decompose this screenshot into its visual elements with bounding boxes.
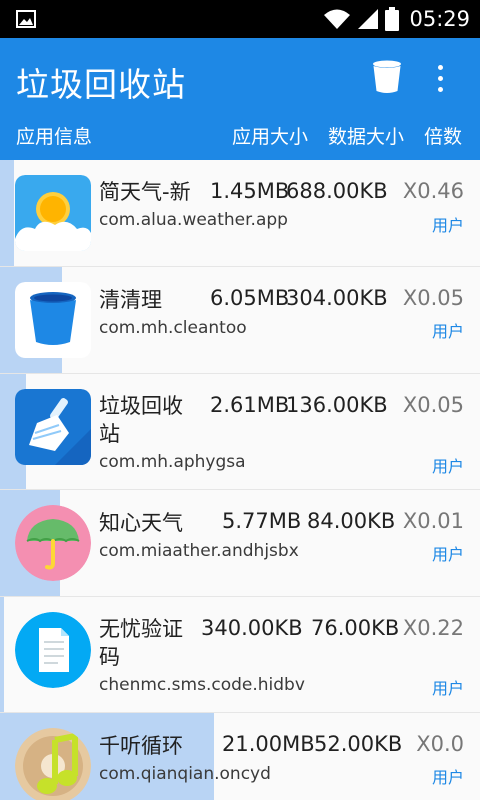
wifi-icon bbox=[324, 9, 351, 29]
list-item[interactable]: 垃圾回收站 com.mh.aphygsa 2.61MB 136.00KB X0.… bbox=[0, 374, 480, 490]
user-tag: 用户 bbox=[431, 216, 464, 235]
weather-sun-cloud-icon bbox=[15, 175, 91, 251]
app-package: com.mh.aphygsa bbox=[99, 452, 246, 472]
data-size: 688.00KB bbox=[286, 179, 388, 203]
user-tag: 用户 bbox=[431, 457, 464, 476]
app-package: com.miaather.andhjsbx bbox=[99, 541, 299, 561]
app-list: 简天气-新 com.alua.weather.app 1.45MB 688.00… bbox=[0, 160, 480, 800]
column-app-size[interactable]: 应用大小 bbox=[232, 122, 308, 149]
list-item[interactable]: 千听循环 com.qianqian.oncyd 21.00MB 52.00KB … bbox=[0, 713, 480, 800]
app-package: chenmc.sms.code.hidbv bbox=[99, 675, 305, 695]
document-icon bbox=[15, 612, 91, 688]
trash-icon[interactable] bbox=[372, 60, 402, 94]
size-bar bbox=[0, 160, 14, 266]
data-size: 136.00KB bbox=[286, 393, 388, 417]
size-ratio: X0.05 bbox=[402, 393, 464, 417]
app-size: 340.00KB bbox=[201, 616, 303, 640]
size-ratio: X0.22 bbox=[402, 616, 464, 640]
app-size: 5.77MB bbox=[222, 509, 302, 533]
battery-icon bbox=[385, 7, 400, 31]
column-app-info[interactable]: 应用信息 bbox=[16, 122, 92, 149]
column-data-size[interactable]: 数据大小 bbox=[328, 122, 404, 149]
size-ratio: X0.0 bbox=[416, 732, 464, 756]
app-name: 千听循环 bbox=[99, 734, 183, 758]
clock: 05:29 bbox=[409, 7, 470, 31]
list-item[interactable]: 知心天气 com.miaather.andhjsbx 5.77MB 84.00K… bbox=[0, 490, 480, 597]
status-bar: 05:29 bbox=[0, 0, 480, 38]
app-package: com.qianqian.oncyd bbox=[99, 764, 271, 784]
size-ratio: X0.01 bbox=[402, 509, 464, 533]
user-tag: 用户 bbox=[431, 679, 464, 698]
app-name: 简天气-新 bbox=[99, 180, 191, 204]
overflow-menu-icon[interactable] bbox=[426, 62, 454, 96]
size-bar bbox=[0, 597, 4, 712]
data-size: 76.00KB bbox=[311, 616, 400, 640]
data-size: 84.00KB bbox=[307, 509, 396, 533]
app-name: 清清理 bbox=[99, 288, 162, 312]
list-item[interactable]: 清清理 com.mh.cleantoo 6.05MB 304.00KB X0.0… bbox=[0, 267, 480, 374]
app-package: com.mh.cleantoo bbox=[99, 318, 247, 338]
app-name: 无忧验证码 bbox=[99, 617, 183, 669]
trash-bin-icon bbox=[15, 282, 91, 358]
list-item[interactable]: 无忧验证码 chenmc.sms.code.hidbv 340.00KB 76.… bbox=[0, 597, 480, 713]
page-title: 垃圾回收站 bbox=[16, 65, 186, 104]
signal-icon bbox=[358, 9, 379, 29]
user-tag: 用户 bbox=[431, 768, 464, 787]
list-item[interactable]: 简天气-新 com.alua.weather.app 1.45MB 688.00… bbox=[0, 160, 480, 267]
app-package: com.alua.weather.app bbox=[99, 210, 288, 230]
user-tag: 用户 bbox=[431, 322, 464, 341]
column-ratio[interactable]: 倍数 bbox=[424, 122, 462, 149]
data-size: 52.00KB bbox=[314, 732, 403, 756]
app-size: 1.45MB bbox=[210, 179, 290, 203]
app-bar: 垃圾回收站 应用信息 应用大小 数据大小 倍数 bbox=[0, 38, 480, 160]
size-ratio: X0.05 bbox=[402, 286, 464, 310]
app-size: 6.05MB bbox=[210, 286, 290, 310]
gallery-icon bbox=[16, 10, 36, 28]
size-ratio: X0.46 bbox=[402, 179, 464, 203]
broom-icon bbox=[15, 389, 91, 465]
data-size: 304.00KB bbox=[286, 286, 388, 310]
umbrella-icon bbox=[15, 505, 91, 581]
app-name: 知心天气 bbox=[99, 511, 183, 535]
app-size: 21.00MB bbox=[222, 732, 315, 756]
user-tag: 用户 bbox=[431, 545, 464, 564]
app-size: 2.61MB bbox=[210, 393, 290, 417]
music-note-icon bbox=[15, 728, 91, 800]
app-name: 垃圾回收站 bbox=[99, 394, 183, 446]
